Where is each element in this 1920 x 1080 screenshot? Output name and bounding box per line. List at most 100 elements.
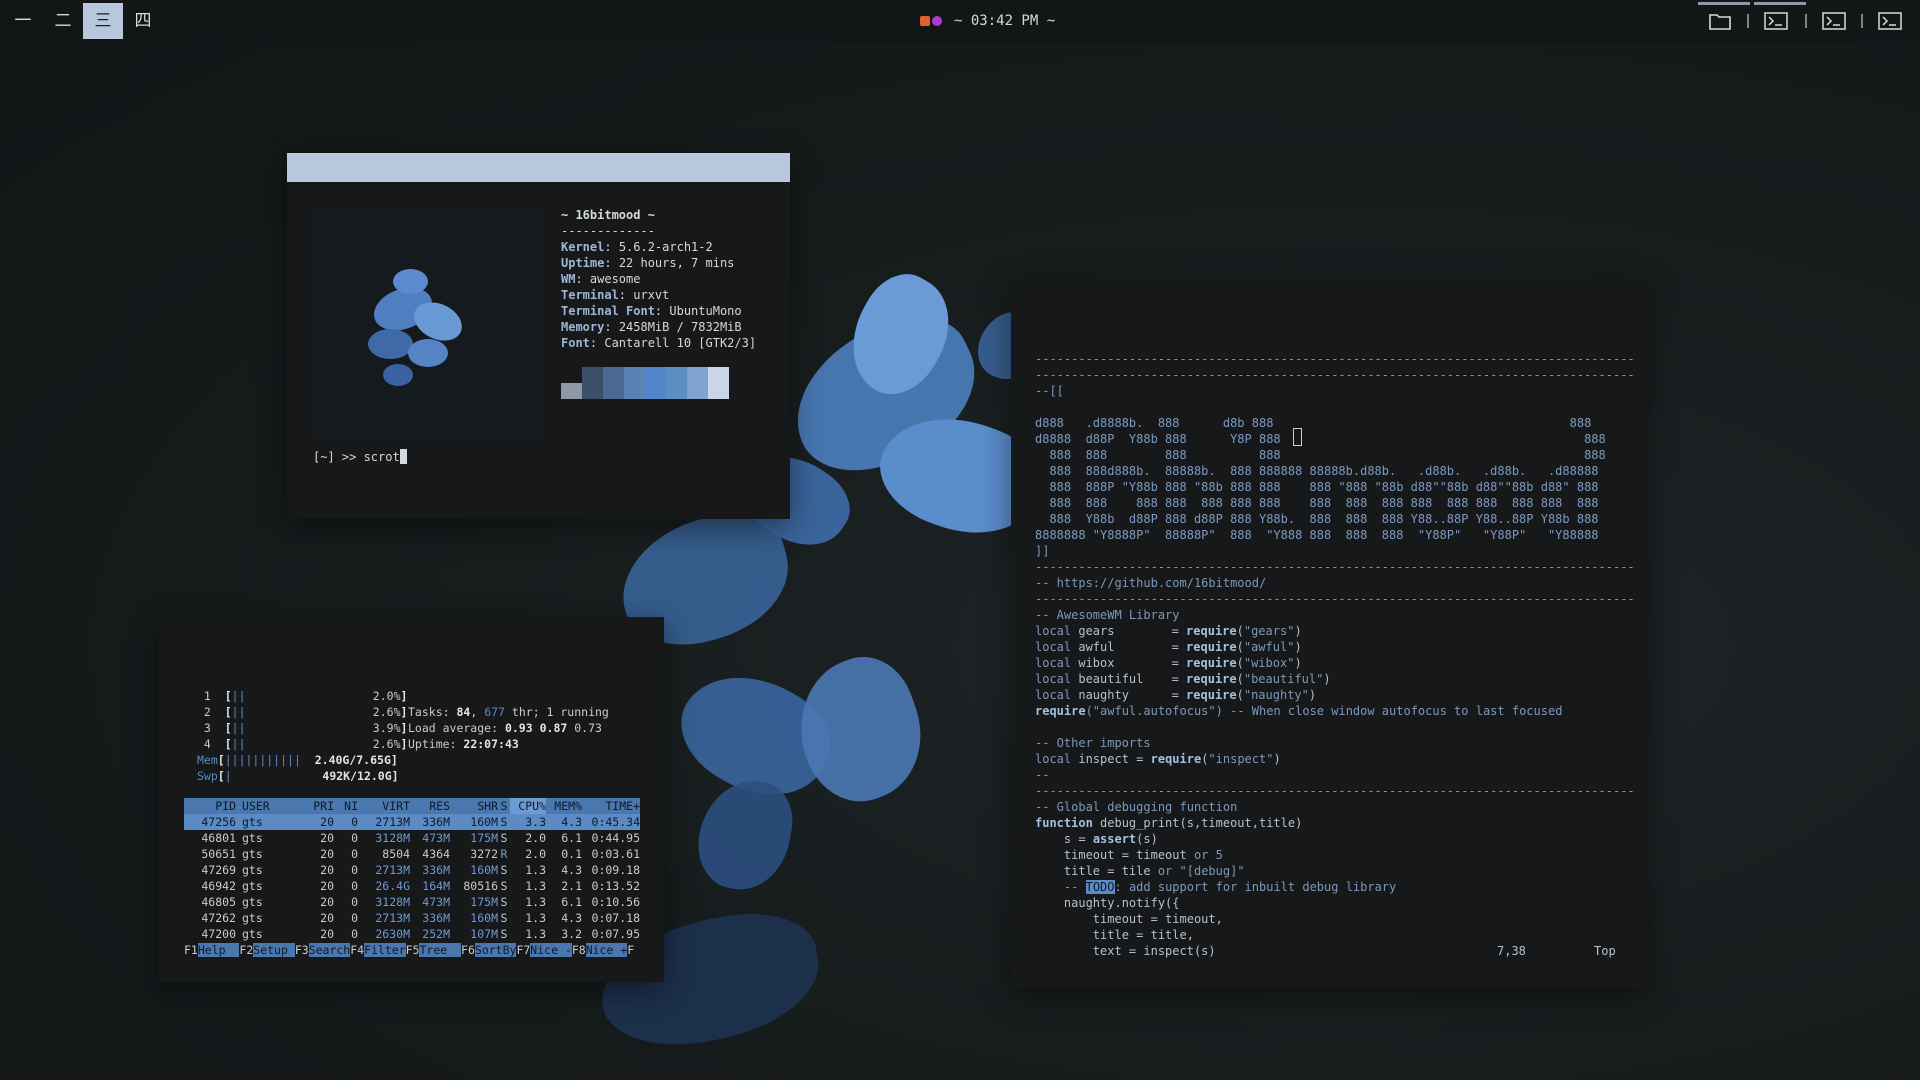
meter-bar: |||||||||||: [224, 753, 301, 767]
string-literal: "awful": [1243, 640, 1295, 654]
fkey-tree-button[interactable]: Tree: [419, 943, 462, 957]
meter-bar: ||: [231, 737, 246, 751]
fkey-number: F1: [184, 943, 198, 957]
vim-window[interactable]: ----------------------------------------…: [1011, 280, 1647, 987]
fkey-number: F: [627, 943, 635, 957]
keyword-require: require: [1186, 624, 1237, 638]
table-row[interactable]: 47269 gts 20 0 2713M 336M 160M S 1.3 4.3 0:09.18: [184, 862, 640, 878]
load-label: Load average:: [408, 721, 499, 735]
keyword-local: local: [1035, 640, 1072, 654]
code-text: s =: [1063, 832, 1093, 846]
column-header-virt[interactable]: VIRT: [358, 798, 410, 814]
comment-line: -- Other imports: [1035, 736, 1151, 750]
tray-terminal-2[interactable]: [1812, 0, 1856, 42]
column-header-s[interactable]: S: [498, 798, 510, 814]
app-indicator-icon[interactable]: [920, 16, 930, 26]
fkey-search-button[interactable]: Search: [308, 943, 351, 957]
clock: ~ 03:42 PM ~: [920, 0, 1055, 42]
column-header-user[interactable]: USER: [236, 798, 292, 814]
keyword-local: local: [1035, 672, 1072, 686]
fkey-filter-button[interactable]: Filter: [364, 943, 406, 957]
top-bar: 一 二 三 四 ~ 03:42 PM ~: [0, 0, 1920, 42]
info-value: UbuntuMono: [669, 304, 742, 318]
table-cell: 20: [320, 815, 334, 829]
code-text: timeout = timeout: [1063, 848, 1194, 862]
column-header-time[interactable]: TIME+: [582, 798, 640, 814]
column-header-shr[interactable]: SHR: [450, 798, 498, 814]
table-cell: 2630M: [375, 927, 410, 941]
terminal-icon: [1822, 12, 1846, 30]
meter-value: 2.40G/7.65G: [314, 753, 391, 767]
table-cell: 46805: [201, 895, 236, 909]
tag-2[interactable]: 二: [43, 3, 83, 39]
shell-prompt[interactable]: [~] >> scrot: [313, 449, 407, 464]
fkey-sortby-button[interactable]: SortBy: [474, 943, 517, 957]
htop-window[interactable]: 1 [|| 2.0%] 2 [|| 2.6%] 3 [|| 3.9%] 4 [|| 2.…: [159, 617, 664, 982]
table-cell: S: [500, 831, 508, 845]
table-row[interactable]: 47256 gts 20 0 2713M 336M 160M S 3.3 4.3 0:45.34: [184, 814, 640, 830]
table-cell: 0: [351, 815, 358, 829]
table-cell: S: [500, 927, 508, 941]
discord-indicator-icon[interactable]: [932, 16, 942, 26]
column-header-ni[interactable]: NI: [334, 798, 358, 814]
scroll-indicator: Top: [1594, 944, 1616, 958]
fkey-nice-button[interactable]: Nice +: [585, 943, 628, 957]
number-literal: 5: [1215, 848, 1223, 862]
table-cell: 336M: [422, 815, 450, 829]
table-cell: gts: [242, 847, 263, 861]
string-literal: "beautiful": [1243, 672, 1324, 686]
editor-buffer[interactable]: ----------------------------------------…: [1035, 335, 1635, 959]
column-header-cpu[interactable]: CPU%: [510, 798, 546, 814]
tag-3[interactable]: 三: [83, 3, 123, 39]
ascii-line: 888 888d888b. 88888b. 888 888888 88888b.…: [1035, 464, 1599, 478]
table-cell: gts: [242, 863, 263, 877]
fkey-number: F2: [239, 943, 254, 957]
column-header-pid[interactable]: PID: [184, 798, 236, 814]
ascii-line: d888 .d8888b. 888 d8b 888 888: [1035, 416, 1592, 430]
table-cell: 0:09.18: [591, 863, 640, 877]
table-cell: gts: [242, 879, 263, 893]
fkey-nice-button[interactable]: Nice -: [530, 943, 572, 957]
table-cell: 473M: [422, 895, 450, 909]
table-row[interactable]: 47262 gts 20 0 2713M 336M 160M S 1.3 4.3 0:07.18: [184, 910, 640, 926]
table-row[interactable]: 46801 gts 20 0 3128M 473M 175M S 2.0 6.1 0:44.95: [184, 830, 640, 846]
info-key: Terminal: [561, 288, 619, 302]
color-swatch: [624, 367, 645, 399]
fkey-help-button[interactable]: Help: [197, 943, 240, 957]
load-5: 0.87: [539, 721, 568, 735]
tag-1[interactable]: 一: [3, 3, 43, 39]
table-cell: 47269: [201, 863, 236, 877]
table-cell: S: [500, 879, 508, 893]
identifier: awful: [1078, 640, 1115, 654]
column-header-mem[interactable]: MEM%: [546, 798, 582, 814]
meter-bracket: ]: [400, 705, 408, 719]
table-row[interactable]: 46805 gts 20 0 3128M 473M 175M S 1.3 6.1 0:10.56: [184, 894, 640, 910]
info-value: awesome: [589, 272, 641, 286]
column-header-res[interactable]: RES: [410, 798, 450, 814]
tray-terminal-1[interactable]: [1754, 0, 1806, 42]
table-cell: 20: [320, 895, 334, 909]
neofetch-window[interactable]: ~ 16bitmood ~ ------------- Kernel: 5.6.…: [287, 153, 790, 519]
table-row[interactable]: 50651 gts 20 0 8504 4364 3272 R 2.0 0.1 0:03.61: [184, 846, 640, 862]
process-table: PID USER PRI NI VIRT RES SHR S CPU% MEM% TIME+ 4725…: [184, 798, 640, 942]
table-cell: gts: [242, 911, 263, 925]
htop-summary: Tasks: 84, 677 thr; 1 running Load avera…: [408, 705, 609, 751]
info-value: urxvt: [633, 288, 670, 302]
cpu-meter: 4 [|| 2.6%]: [197, 736, 408, 752]
tag-4[interactable]: 四: [123, 3, 163, 39]
table-cell: 0:07.95: [591, 927, 640, 941]
tray-terminal-3[interactable]: [1868, 0, 1912, 42]
tray-folder[interactable]: [1698, 0, 1750, 42]
meter-bar: ||: [231, 721, 246, 735]
table-cell: 175M: [470, 831, 498, 845]
fkey-setup-button[interactable]: Setup: [253, 943, 295, 957]
window-titlebar[interactable]: [287, 153, 790, 182]
column-header-pri[interactable]: PRI: [292, 798, 334, 814]
fkey-number: F5: [405, 943, 420, 957]
table-row[interactable]: 46942 gts 20 0 26.4G 164M 80516 S 1.3 2.1 0:13.52: [184, 878, 640, 894]
meter-value: 492K/12.0G: [322, 769, 392, 783]
tasks-count: 84: [456, 705, 471, 719]
keyword-local: local: [1035, 656, 1072, 670]
meter-bracket: ]: [400, 689, 408, 703]
table-row[interactable]: 47200 gts 20 0 2630M 252M 107M S 1.3 3.2 0:07.95: [184, 926, 640, 942]
